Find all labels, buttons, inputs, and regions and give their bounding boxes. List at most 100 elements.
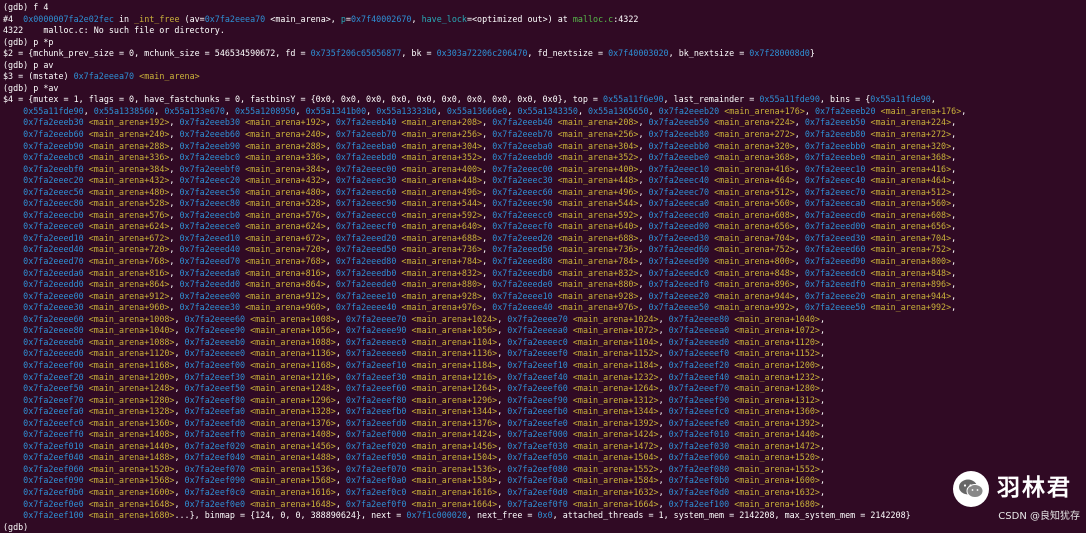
terminal-text: <main_arena+1376>	[411, 417, 498, 428]
terminal-text: ,	[174, 498, 185, 509]
terminal-text: 0x7fa2eeeef0	[507, 348, 568, 359]
terminal-text: <main_arena+1216>	[411, 371, 498, 382]
terminal-text: 0x7fa2eeef60	[345, 383, 407, 394]
terminal-text: , bk_nextsize =	[668, 48, 750, 59]
terminal-text: ,	[658, 417, 669, 428]
terminal-text: 0x7fa2eeef90	[668, 394, 730, 405]
terminal-text: ,	[819, 336, 825, 347]
terminal-text: 0x7fa2eeee40	[492, 302, 553, 313]
terminal-text: ,	[794, 302, 805, 313]
terminal-text: ,	[658, 336, 669, 347]
terminal-text: ,	[482, 244, 493, 255]
terminal-line: 0x7fa2eeeb90 <main_arena+288>, 0x7fa2eee…	[3, 141, 1086, 153]
terminal-line: (gdb)	[3, 522, 1086, 533]
terminal-text: 0x7fa2eef010	[23, 440, 84, 451]
terminal-text: <main_arena+912>	[245, 290, 326, 301]
terminal-text: ,	[174, 383, 185, 394]
terminal-text: 0x55a1341b00	[305, 105, 367, 116]
terminal-text: 0x7fa2eeece0	[23, 221, 84, 232]
terminal-text: 0x7fa2eef010	[668, 429, 730, 440]
terminal-text: ,	[411, 13, 422, 24]
terminal-text: ,	[658, 429, 669, 440]
terminal-text: <main_arena+1024>	[411, 313, 498, 324]
terminal-text: <main_arena+1376>	[250, 417, 336, 428]
terminal-text: 0x7fa2eef020	[184, 440, 246, 451]
terminal-text: <main_arena+1264>	[411, 383, 498, 394]
terminal-text: ,	[638, 279, 649, 290]
terminal-text: ,	[482, 279, 493, 290]
terminal-text: <main_arena+1328>	[88, 406, 175, 417]
terminal-text: 0x7fa2eeee80	[668, 313, 730, 324]
terminal-text: 0x7fa2eef0d0	[507, 486, 568, 497]
terminal-text: ,	[497, 406, 508, 417]
terminal-text: 0x7fa2eeef80	[345, 394, 407, 405]
terminal-text: ,	[819, 325, 825, 336]
terminal-text: ,	[174, 475, 185, 486]
terminal-text: ,	[638, 198, 649, 209]
terminal-text: ,	[658, 313, 669, 324]
terminal-text: 0x7fa2eeeee0	[345, 348, 407, 359]
terminal-text: <main_arena+1264>	[572, 383, 659, 394]
terminal-text: <main_arena+608>	[714, 209, 795, 220]
terminal-text: ,	[951, 244, 957, 255]
terminal-line: 0x7fa2eeee60 <main_arena+1008>, 0x7fa2ee…	[3, 314, 1086, 326]
terminal-text: 0x7fa2eeedf0	[804, 279, 866, 290]
terminal-text: ,	[638, 117, 649, 128]
terminal-text: ,	[819, 348, 825, 359]
terminal-text: 0x7fa2eeee60	[23, 313, 84, 324]
terminal-text: 0x7fa2eeec20	[23, 175, 84, 186]
csdn-credit: CSDN @良知犹存	[998, 511, 1080, 523]
terminal-text: 0x7fa2eeec40	[648, 175, 710, 186]
terminal-line: 0x7fa2eeec20 <main_arena+432>, 0x7fa2eee…	[3, 175, 1086, 187]
terminal-text: ,	[638, 232, 649, 243]
terminal-text: ,	[174, 348, 185, 359]
terminal-output[interactable]: (gdb) f 4 #4 0x0000007fa2e02fec in _int_f…	[3, 2, 1086, 533]
terminal-text: <main_arena+240>	[245, 129, 326, 140]
terminal-text: ,	[794, 175, 805, 186]
terminal-text: <main_arena+608>	[870, 209, 952, 220]
terminal-text: <main_arena+752>	[870, 244, 952, 255]
terminal-text: 0x7fa2eeee30	[179, 302, 241, 313]
terminal-text: <main_arena+1408>	[88, 429, 175, 440]
terminal-text: 0x7fa2eeeb60	[179, 129, 241, 140]
terminal-text: 0x7fa2eeedd0	[179, 279, 241, 290]
terminal-text: ,	[794, 256, 805, 267]
terminal-text: 0x7fa2eeed00	[648, 221, 710, 232]
terminal-text: ,	[658, 371, 669, 382]
terminal-text: ,	[482, 129, 493, 140]
terminal-text: ,	[951, 221, 957, 232]
terminal-text: 0x7fa2eeed00	[804, 221, 866, 232]
terminal-text: 0x0000007fa2e02fec	[23, 13, 114, 24]
terminal-text: ,	[951, 267, 957, 278]
terminal-text: <main_arena+528>	[88, 198, 170, 209]
terminal-text: <main_arena+832>	[401, 267, 483, 278]
terminal-text: ,	[638, 209, 649, 220]
terminal-text: <main_arena+1536>	[250, 463, 336, 474]
terminal-text: ,	[174, 417, 185, 428]
terminal-text: 0x7f40002670	[350, 13, 412, 24]
terminal-text: 0x7fa2eef100	[668, 498, 730, 509]
terminal-text: ,	[325, 267, 336, 278]
terminal-text: ,	[335, 383, 346, 394]
terminal-text: <main_arena+1056>	[411, 325, 498, 336]
terminal-line: 0x7fa2eeeda0 <main_arena+816>, 0x7fa2eee…	[3, 268, 1086, 280]
terminal-text: <main_arena+1024>	[572, 313, 659, 324]
terminal-text: ,	[335, 417, 346, 428]
terminal-text: 0x7fa2eeecc0	[335, 209, 397, 220]
terminal-text: ,	[638, 186, 649, 197]
terminal-text: <main_arena+912>	[88, 290, 170, 301]
terminal-text: 0x7fa2eeed30	[804, 232, 866, 243]
terminal-text: ,	[638, 129, 649, 140]
terminal-text: <main_arena+1040>	[734, 313, 820, 324]
terminal-text: #4	[3, 13, 24, 24]
terminal-text: ,	[335, 486, 346, 497]
terminal-text: 0x7fa2eeee90	[184, 325, 246, 336]
terminal-line: 0x7fa2eeef20 <main_arena+1200>, 0x7fa2ee…	[3, 372, 1086, 384]
terminal-text: <main_arena+656>	[714, 221, 795, 232]
terminal-text: 0x7fa2eeee80	[23, 325, 84, 336]
